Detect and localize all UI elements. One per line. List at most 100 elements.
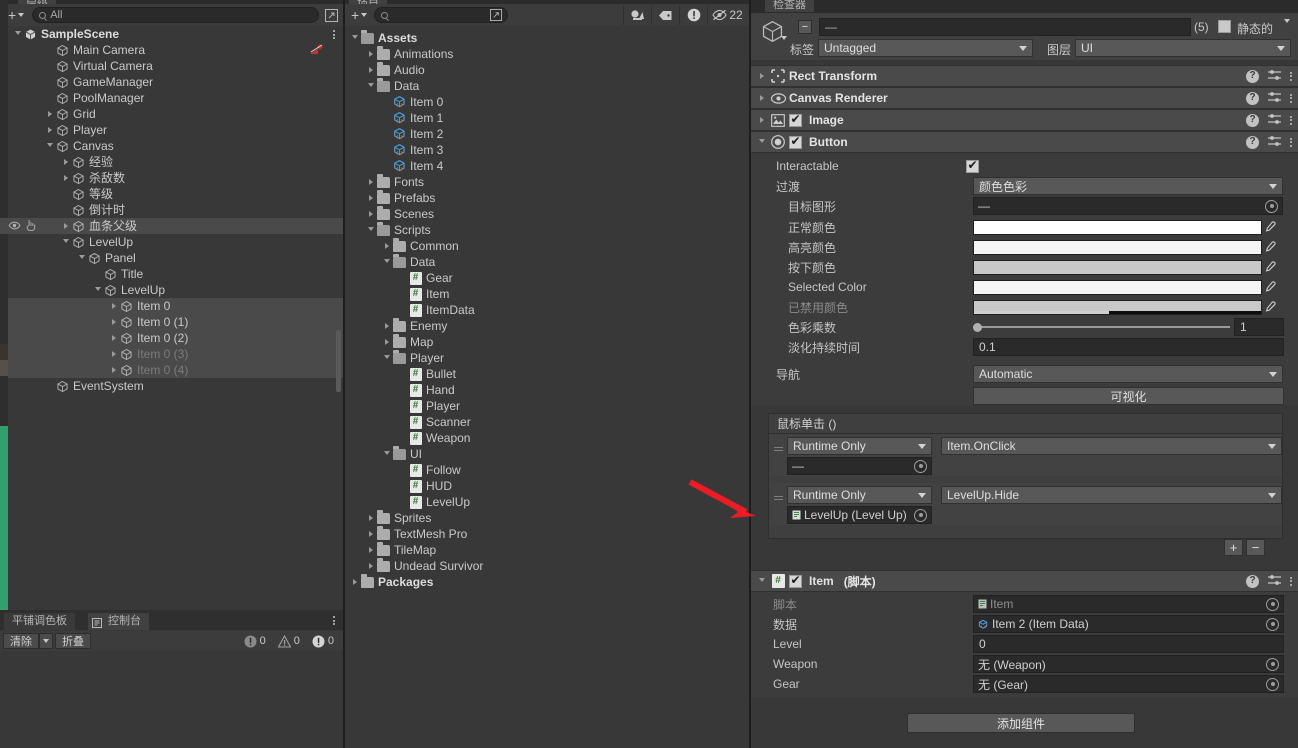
hierarchy-item-22[interactable]: EventSystem bbox=[0, 378, 343, 394]
project-item-8[interactable]: Item 4 bbox=[345, 158, 749, 174]
hierarchy-item-4[interactable]: PoolManager bbox=[0, 90, 343, 106]
component-header-rect-transform[interactable]: Rect Transform ? bbox=[751, 65, 1298, 87]
console-options-icon[interactable] bbox=[333, 616, 335, 625]
eyedropper-icon[interactable] bbox=[1262, 240, 1277, 255]
project-label-tag-icon[interactable] bbox=[651, 5, 679, 25]
project-item-30[interactable]: Sprites bbox=[345, 510, 749, 526]
project-item-9[interactable]: Fonts bbox=[345, 174, 749, 190]
component-actions[interactable]: ? bbox=[1246, 91, 1292, 106]
expand-arrow-icon[interactable] bbox=[756, 90, 767, 106]
project-item-31[interactable]: TextMesh Pro bbox=[345, 526, 749, 542]
tag-dropdown[interactable]: Untagged bbox=[818, 39, 1033, 57]
onclick-remove-button[interactable]: − bbox=[1246, 539, 1265, 556]
normal-color-swatch[interactable] bbox=[973, 219, 1262, 235]
onclick-function-dropdown-0[interactable]: Item.OnClick bbox=[941, 437, 1282, 455]
color-multiplier-field[interactable]: 1 bbox=[1234, 318, 1284, 336]
console-error-count[interactable]: 0 bbox=[238, 633, 272, 649]
item-field-object-0[interactable]: Item bbox=[973, 595, 1284, 613]
console-clear-dropdown[interactable] bbox=[39, 633, 53, 649]
component-actions[interactable]: ? bbox=[1246, 113, 1292, 128]
hierarchy-options-icon[interactable] bbox=[333, 30, 335, 39]
project-item-17[interactable]: # ItemData bbox=[345, 302, 749, 318]
project-item-29[interactable]: # LevelUp bbox=[345, 494, 749, 510]
item-field-object-1[interactable]: Item 2 (Item Data) bbox=[973, 615, 1284, 633]
drag-handle-icon[interactable] bbox=[774, 444, 783, 454]
hierarchy-search-input[interactable]: All bbox=[32, 7, 319, 23]
hierarchy-item-7[interactable]: Canvas bbox=[0, 138, 343, 154]
eyedropper-icon[interactable] bbox=[1262, 220, 1277, 235]
project-item-10[interactable]: Prefabs bbox=[345, 190, 749, 206]
chevron-down-icon[interactable] bbox=[781, 36, 787, 54]
layer-dropdown[interactable]: UI bbox=[1075, 39, 1291, 57]
project-item-16[interactable]: # Item bbox=[345, 286, 749, 302]
item-field-object-4[interactable]: 无 (Gear) bbox=[973, 675, 1284, 693]
help-icon[interactable]: ? bbox=[1246, 135, 1259, 149]
context-menu-icon[interactable] bbox=[1290, 71, 1292, 81]
project-item-14[interactable]: Data bbox=[345, 254, 749, 270]
project-item-32[interactable]: TileMap bbox=[345, 542, 749, 558]
project-item-6[interactable]: Item 2 bbox=[345, 126, 749, 142]
project-item-19[interactable]: Map bbox=[345, 334, 749, 350]
highlighted-color-swatch[interactable] bbox=[973, 239, 1262, 255]
project-add-button[interactable]: + bbox=[347, 7, 371, 23]
object-picker-icon[interactable] bbox=[1265, 199, 1278, 213]
tab-tile-palette[interactable]: 平铺调色板 bbox=[4, 613, 75, 630]
eyedropper-icon[interactable] bbox=[1262, 260, 1277, 275]
project-item-4[interactable]: Item 0 bbox=[345, 94, 749, 110]
project-item-21[interactable]: # Bullet bbox=[345, 366, 749, 382]
hierarchy-item-6[interactable]: Player bbox=[0, 122, 343, 138]
help-icon[interactable]: ? bbox=[1246, 69, 1259, 83]
hierarchy-item-13[interactable]: LevelUp bbox=[0, 234, 343, 250]
visualize-button[interactable]: 可视化 bbox=[973, 387, 1284, 405]
project-item-27[interactable]: # Follow bbox=[345, 462, 749, 478]
transition-dropdown[interactable]: 颜色色彩 bbox=[973, 177, 1283, 195]
hierarchy-item-20[interactable]: Item 0 (3) bbox=[0, 346, 343, 362]
static-dropdown-icon[interactable] bbox=[1284, 19, 1290, 37]
preset-icon[interactable] bbox=[1268, 91, 1281, 106]
console-clear-button[interactable]: 清除 bbox=[3, 633, 39, 649]
hierarchy-item-15[interactable]: Title bbox=[0, 266, 343, 282]
hierarchy-expand-icon[interactable] bbox=[323, 6, 339, 24]
project-warning-icon[interactable] bbox=[679, 5, 707, 25]
component-actions[interactable]: ? bbox=[1246, 69, 1292, 84]
hierarchy-item-16[interactable]: LevelUp bbox=[0, 282, 343, 298]
project-item-13[interactable]: Common bbox=[345, 238, 749, 254]
preset-icon[interactable] bbox=[1268, 574, 1281, 589]
eye-icon[interactable] bbox=[8, 219, 21, 233]
expand-arrow-icon[interactable] bbox=[756, 68, 767, 84]
hierarchy-item-10[interactable]: 等级 bbox=[0, 186, 343, 202]
hierarchy-item-21[interactable]: Item 0 (4) bbox=[0, 362, 343, 378]
object-picker-icon[interactable] bbox=[1266, 617, 1279, 631]
help-icon[interactable]: ? bbox=[1246, 91, 1259, 105]
collapse-arrow-icon[interactable] bbox=[756, 573, 767, 589]
project-item-18[interactable]: Enemy bbox=[345, 318, 749, 334]
component-actions[interactable]: ? bbox=[1246, 135, 1292, 150]
project-item-15[interactable]: # Gear bbox=[345, 270, 749, 286]
project-item-3[interactable]: Data bbox=[345, 78, 749, 94]
multiselect-toggle[interactable]: − bbox=[798, 20, 812, 34]
hand-pointer-icon[interactable] bbox=[25, 219, 36, 234]
project-item-24[interactable]: # Scanner bbox=[345, 414, 749, 430]
project-item-0[interactable]: Assets bbox=[345, 30, 749, 46]
console-warning-count[interactable]: 0 bbox=[272, 633, 306, 649]
onclick-target-field-0[interactable]: — bbox=[787, 457, 932, 475]
selected-color-swatch[interactable] bbox=[973, 279, 1262, 295]
project-item-11[interactable]: Scenes bbox=[345, 206, 749, 222]
preset-icon[interactable] bbox=[1268, 113, 1281, 128]
component-actions[interactable]: ? bbox=[1246, 574, 1292, 589]
item-field-object-3[interactable]: 无 (Weapon) bbox=[973, 655, 1284, 673]
eyedropper-icon[interactable] bbox=[1262, 280, 1277, 295]
hierarchy-item-2[interactable]: Virtual Camera bbox=[0, 58, 343, 74]
project-item-5[interactable]: Item 1 bbox=[345, 110, 749, 126]
drag-handle-icon[interactable] bbox=[774, 493, 783, 503]
expand-arrow-icon[interactable] bbox=[756, 112, 767, 128]
onclick-function-dropdown-1[interactable]: LevelUp.Hide bbox=[941, 486, 1282, 504]
color-multiplier-slider[interactable] bbox=[973, 322, 1230, 332]
item-script-enabled-checkbox[interactable] bbox=[789, 573, 802, 588]
object-picker-icon[interactable] bbox=[914, 508, 927, 522]
project-item-20[interactable]: Player bbox=[345, 350, 749, 366]
target-graphic-field[interactable]: — bbox=[973, 197, 1283, 215]
onclick-target-field-1[interactable]: LevelUp (Level Up) bbox=[787, 506, 932, 524]
context-menu-icon[interactable] bbox=[1290, 93, 1292, 103]
preset-icon[interactable] bbox=[1268, 69, 1281, 84]
